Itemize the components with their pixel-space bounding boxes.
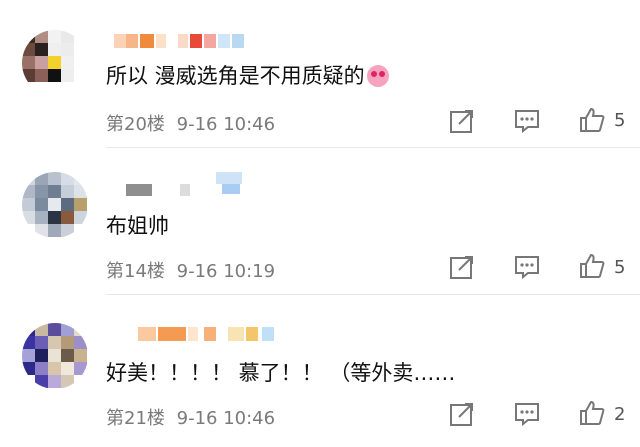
like-count: 5 [614,257,626,278]
comment-text: 好美！！！！ 慕了！！ （等外卖…… [106,361,456,385]
comment-item: 布姐帅 第14楼 9-16 10:19 5 [0,148,640,295]
comment-meta: 第21楼 9-16 10:46 [106,404,281,430]
avatar[interactable] [22,323,88,389]
timestamp: 9-16 10:46 [176,114,276,135]
thumbs-up-icon[interactable] [579,107,605,133]
heart-eyes-emoji [366,65,389,87]
comment-icon[interactable] [514,108,540,134]
comment-text: 布姐帅 [106,214,169,238]
comment-item: 好美！！！！ 慕了！！ （等外卖…… 第21楼 9-16 10:46 2 [0,295,640,442]
avatar[interactable] [22,30,88,96]
floor-number: 第21楼 [106,408,165,429]
comment-icon[interactable] [514,401,540,427]
share-icon[interactable] [449,254,475,280]
avatar[interactable] [22,172,88,238]
timestamp: 9-16 10:19 [176,261,276,282]
comment-text: 所以 漫威选角是不用质疑的 [106,60,389,90]
share-icon[interactable] [449,401,475,427]
thumbs-up-icon[interactable] [579,400,605,426]
comment-meta: 第20楼 9-16 10:46 [106,110,281,136]
thumbs-up-icon[interactable] [579,253,605,279]
like-count: 2 [614,404,626,425]
share-icon[interactable] [449,108,475,134]
comment-icon[interactable] [514,254,540,280]
comment-item: 所以 漫威选角是不用质疑的 第20楼 9-16 10:46 5 [0,0,640,148]
floor-number: 第20楼 [106,114,165,135]
floor-number: 第14楼 [106,261,165,282]
comment-meta: 第14楼 9-16 10:19 [106,257,281,283]
like-count: 5 [614,110,626,131]
timestamp: 9-16 10:46 [176,408,276,429]
